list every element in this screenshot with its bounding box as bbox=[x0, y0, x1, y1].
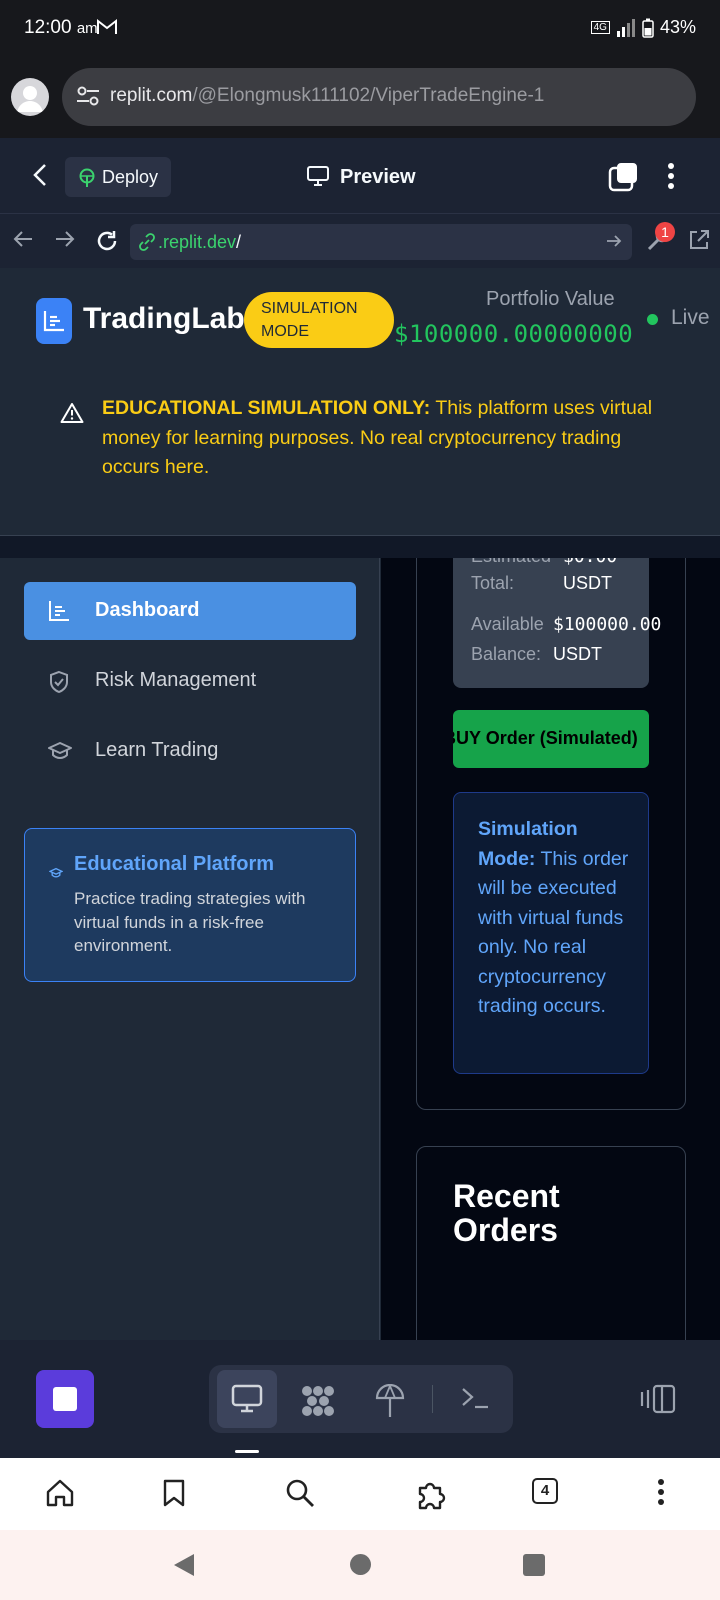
address-text: replit.com/@Elongmusk111102/ViperTradeEn… bbox=[110, 85, 545, 106]
browser-bottom-bar bbox=[0, 1458, 720, 1530]
trading-app: TradingLab SIMULATION MODE Portfolio Val… bbox=[0, 268, 720, 1340]
live-indicator-dot bbox=[647, 314, 658, 325]
bookmark-icon[interactable] bbox=[162, 1478, 186, 1513]
edu-card-text: Practice trading strategies with virtual… bbox=[74, 889, 306, 955]
educational-platform-card: Educational Platform Practice trading st… bbox=[24, 828, 356, 982]
side-panel-icon[interactable] bbox=[638, 1384, 676, 1419]
active-tool-indicator bbox=[235, 1450, 259, 1453]
system-home-icon[interactable] bbox=[350, 1554, 371, 1575]
main-content: Estimated Total: $0.00 USDT Available Ba… bbox=[381, 558, 720, 1340]
network-icon: 4G bbox=[590, 21, 610, 34]
tabs-icon[interactable] bbox=[608, 162, 638, 197]
system-recents-icon[interactable] bbox=[523, 1554, 545, 1576]
sidebar-item-risk-management[interactable]: Risk Management bbox=[24, 652, 356, 710]
live-label: Live bbox=[671, 306, 710, 329]
webview-url-text: .replit.dev/ bbox=[158, 232, 242, 252]
profile-avatar[interactable] bbox=[11, 78, 49, 116]
deploy-label: Deploy bbox=[102, 167, 159, 187]
preview-icon[interactable] bbox=[231, 1384, 263, 1419]
stop-icon bbox=[53, 1387, 77, 1411]
link-icon bbox=[138, 233, 156, 256]
search-icon[interactable] bbox=[285, 1478, 315, 1513]
estimated-total-value: $0.00 bbox=[563, 558, 617, 567]
estimated-total-unit: USDT bbox=[563, 573, 612, 593]
deploy-button[interactable]: Deploy bbox=[65, 157, 171, 197]
sidebar-item-dashboard[interactable]: Dashboard bbox=[24, 582, 356, 640]
deploy-tool-icon[interactable] bbox=[375, 1383, 405, 1423]
recent-orders-title: Recent Orders bbox=[453, 1178, 560, 1248]
graduation-cap-icon bbox=[48, 866, 64, 884]
graduation-cap-icon bbox=[48, 740, 72, 768]
site-settings-icon[interactable] bbox=[76, 85, 100, 112]
available-balance-unit: USDT bbox=[553, 644, 602, 664]
app-header: TradingLab SIMULATION MODE Portfolio Val… bbox=[0, 268, 720, 368]
section-divider bbox=[0, 536, 720, 558]
status-bar: 12:00 am 4G 43% bbox=[0, 0, 720, 58]
warning-triangle-icon bbox=[60, 402, 84, 429]
sidebar-item-label: Dashboard bbox=[95, 599, 200, 621]
available-balance-value: $100000.00 bbox=[553, 614, 662, 635]
sidebar-item-label: Risk Management bbox=[95, 669, 257, 691]
portfolio-value: $100000.00000000 bbox=[394, 320, 634, 348]
more-menu-icon[interactable] bbox=[667, 162, 675, 195]
buy-button-label: Place BUY Order (Simulated) bbox=[453, 728, 638, 748]
workspace-icon[interactable] bbox=[300, 1384, 336, 1423]
simulation-mode-badge: SIMULATION MODE bbox=[244, 292, 394, 348]
brand-name: TradingLab bbox=[83, 302, 245, 335]
status-right: 4G 43% bbox=[590, 17, 696, 38]
warning-text: EDUCATIONAL SIMULATION ONLY: This platfo… bbox=[102, 397, 653, 478]
sim-badge-line1: SIMULATION bbox=[261, 300, 358, 317]
order-summary: Estimated Total: $0.00 USDT Available Ba… bbox=[453, 558, 661, 688]
system-back-icon[interactable] bbox=[172, 1552, 196, 1583]
tab-count-button[interactable]: 4 bbox=[532, 1478, 558, 1504]
sidebar-item-label: Learn Trading bbox=[95, 739, 219, 761]
estimated-total-label-2: Total: bbox=[471, 573, 515, 593]
available-balance-label-2: Balance: bbox=[471, 644, 542, 664]
shield-check-icon bbox=[48, 670, 70, 700]
tradinglab-logo-icon bbox=[36, 298, 72, 344]
sidebar: Dashboard Risk Management Learn Trading … bbox=[0, 558, 380, 1340]
gmail-icon bbox=[96, 18, 118, 41]
reload-icon[interactable] bbox=[95, 229, 119, 258]
notification-badge: 1 bbox=[655, 222, 675, 242]
toolbar-divider bbox=[432, 1385, 433, 1413]
back-button[interactable] bbox=[30, 162, 52, 193]
signal-icon bbox=[616, 18, 635, 37]
simulation-mode-note: Simulation Mode: This order will be exec… bbox=[453, 792, 649, 1074]
clock: 12:00 am bbox=[24, 17, 98, 38]
sidebar-item-learn-trading[interactable]: Learn Trading bbox=[24, 722, 356, 780]
sim-badge-line2: MODE bbox=[261, 323, 309, 340]
edu-card-title: Educational Platform bbox=[74, 853, 275, 875]
console-icon[interactable] bbox=[460, 1384, 490, 1417]
estimated-total-label: Estimated bbox=[471, 558, 551, 567]
go-arrow-icon[interactable] bbox=[606, 233, 622, 254]
overflow-menu-icon[interactable] bbox=[657, 1478, 665, 1511]
available-balance-label: Available bbox=[471, 614, 544, 634]
portfolio-value-label: Portfolio Value bbox=[486, 288, 615, 310]
extensions-puzzle-icon[interactable] bbox=[414, 1478, 446, 1515]
webview-url-field[interactable]: .replit.dev/ bbox=[130, 224, 632, 260]
place-buy-order-button[interactable]: Place BUY Order (Simulated) bbox=[453, 710, 649, 768]
address-bar[interactable]: replit.com/@Elongmusk111102/ViperTradeEn… bbox=[62, 68, 696, 126]
home-icon[interactable] bbox=[45, 1478, 75, 1513]
battery-percent: 43% bbox=[659, 17, 696, 37]
deploy-icon bbox=[78, 168, 96, 193]
webview-forward-icon[interactable] bbox=[54, 229, 76, 254]
bar-chart-icon bbox=[48, 600, 70, 628]
recent-orders-card: Recent Orders bbox=[416, 1146, 686, 1340]
webview-back-icon[interactable] bbox=[12, 229, 34, 254]
open-external-icon[interactable] bbox=[688, 229, 710, 256]
monitor-icon bbox=[306, 165, 330, 193]
battery-icon bbox=[642, 18, 654, 38]
stop-button[interactable] bbox=[36, 1370, 94, 1428]
